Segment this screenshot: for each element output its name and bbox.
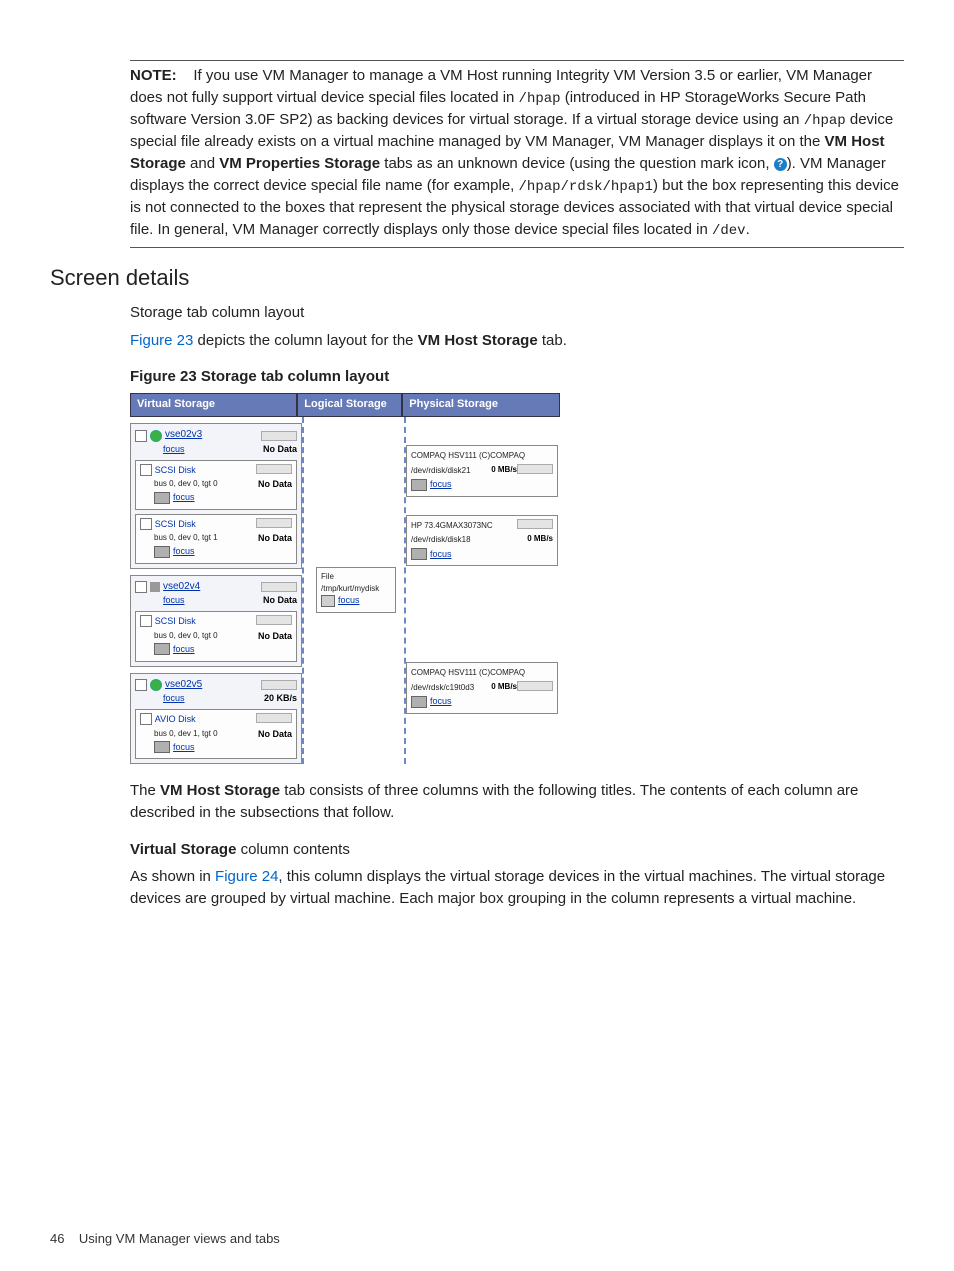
metric-bar xyxy=(261,431,297,441)
figure-23: Virtual Storage Logical Storage Physical… xyxy=(130,393,560,764)
status-icon xyxy=(150,679,162,691)
vm-box: vse02v4 focusNo Data SCSI Disk bus 0, de… xyxy=(130,575,302,667)
disk-icon xyxy=(411,548,427,560)
checkbox[interactable] xyxy=(140,464,152,476)
disk-box: SCSI Disk bus 0, dev 0, tgt 0No Data foc… xyxy=(135,460,297,510)
vm-box: vse02v5 focus20 KB/s AVIO Disk bus 0, de… xyxy=(130,673,302,765)
metric-bar xyxy=(256,464,292,474)
file-icon xyxy=(321,595,335,607)
figure-24-link[interactable]: Figure 24 xyxy=(215,868,278,885)
screen-details-heading: Screen details xyxy=(50,262,904,294)
after-figure-text: The VM Host Storage tab consists of thre… xyxy=(130,780,904,824)
physical-box: COMPAQ HSV111 (C)COMPAQ /dev/rdsk/c19t0d… xyxy=(406,662,558,714)
disk-box: SCSI Disk bus 0, dev 0, tgt 1No Data foc… xyxy=(135,514,297,564)
page-footer: 46 Using VM Manager views and tabs xyxy=(50,1230,280,1249)
disk-icon xyxy=(154,741,170,753)
vm-name-link[interactable]: vse02v3 xyxy=(165,428,202,443)
note-block: NOTE: If you use VM Manager to manage a … xyxy=(130,60,904,248)
checkbox[interactable] xyxy=(135,679,147,691)
vm-name-link[interactable]: vse02v4 xyxy=(163,580,200,595)
note-label: NOTE: xyxy=(130,67,177,84)
file-box: File /tmp/kurt/mydisk focus xyxy=(316,567,396,613)
rate-label: 20 KB/s xyxy=(264,692,297,705)
vm-box: vse02v3 focus No Data SCSI Disk bus 0, de… xyxy=(130,423,302,569)
checkbox[interactable] xyxy=(135,430,147,442)
disk-box: SCSI Disk bus 0, dev 0, tgt 0No Data foc… xyxy=(135,611,297,661)
checkbox[interactable] xyxy=(140,518,152,530)
logical-storage-column: File /tmp/kurt/mydisk focus xyxy=(302,417,406,764)
disk-icon xyxy=(411,479,427,491)
figure-23-link[interactable]: Figure 23 xyxy=(130,332,193,349)
footer-title: Using VM Manager views and tabs xyxy=(79,1231,280,1246)
figure-caption: Figure 23 Storage tab column layout xyxy=(130,366,904,388)
virtual-storage-subhead: Virtual Storage column contents xyxy=(130,839,904,861)
col-header-logical: Logical Storage xyxy=(297,393,402,417)
no-data-label: No Data xyxy=(263,443,297,456)
vm-name-link[interactable]: vse02v5 xyxy=(165,678,202,693)
disk-box: AVIO Disk bus 0, dev 1, tgt 0No Data foc… xyxy=(135,709,297,759)
disk-icon xyxy=(154,643,170,655)
status-icon xyxy=(150,582,160,592)
checkbox[interactable] xyxy=(135,581,147,593)
status-icon xyxy=(150,430,162,442)
physical-box: COMPAQ HSV111 (C)COMPAQ /dev/rdisk/disk2… xyxy=(406,445,558,497)
page-number: 46 xyxy=(50,1231,64,1246)
figure-intro: Figure 23 depicts the column layout for … xyxy=(130,330,904,352)
disk-icon xyxy=(154,492,170,504)
virtual-storage-paragraph: As shown in Figure 24, this column displ… xyxy=(130,866,904,910)
layout-title: Storage tab column layout xyxy=(130,302,904,324)
col-header-virtual: Virtual Storage xyxy=(130,393,297,417)
disk-icon xyxy=(411,696,427,708)
physical-storage-column: COMPAQ HSV111 (C)COMPAQ /dev/rdisk/disk2… xyxy=(406,417,558,764)
focus-link[interactable]: focus xyxy=(163,443,185,456)
virtual-storage-column: vse02v3 focus No Data SCSI Disk bus 0, de… xyxy=(130,417,302,764)
question-mark-icon: ? xyxy=(774,158,787,171)
checkbox[interactable] xyxy=(140,713,152,725)
note-text: If you use VM Manager to manage a VM Hos… xyxy=(130,67,899,238)
physical-box: HP 73.4GMAX3073NC /dev/rdisk/disk180 MB/… xyxy=(406,515,558,567)
checkbox[interactable] xyxy=(140,615,152,627)
disk-icon xyxy=(154,546,170,558)
col-header-physical: Physical Storage xyxy=(402,393,560,417)
